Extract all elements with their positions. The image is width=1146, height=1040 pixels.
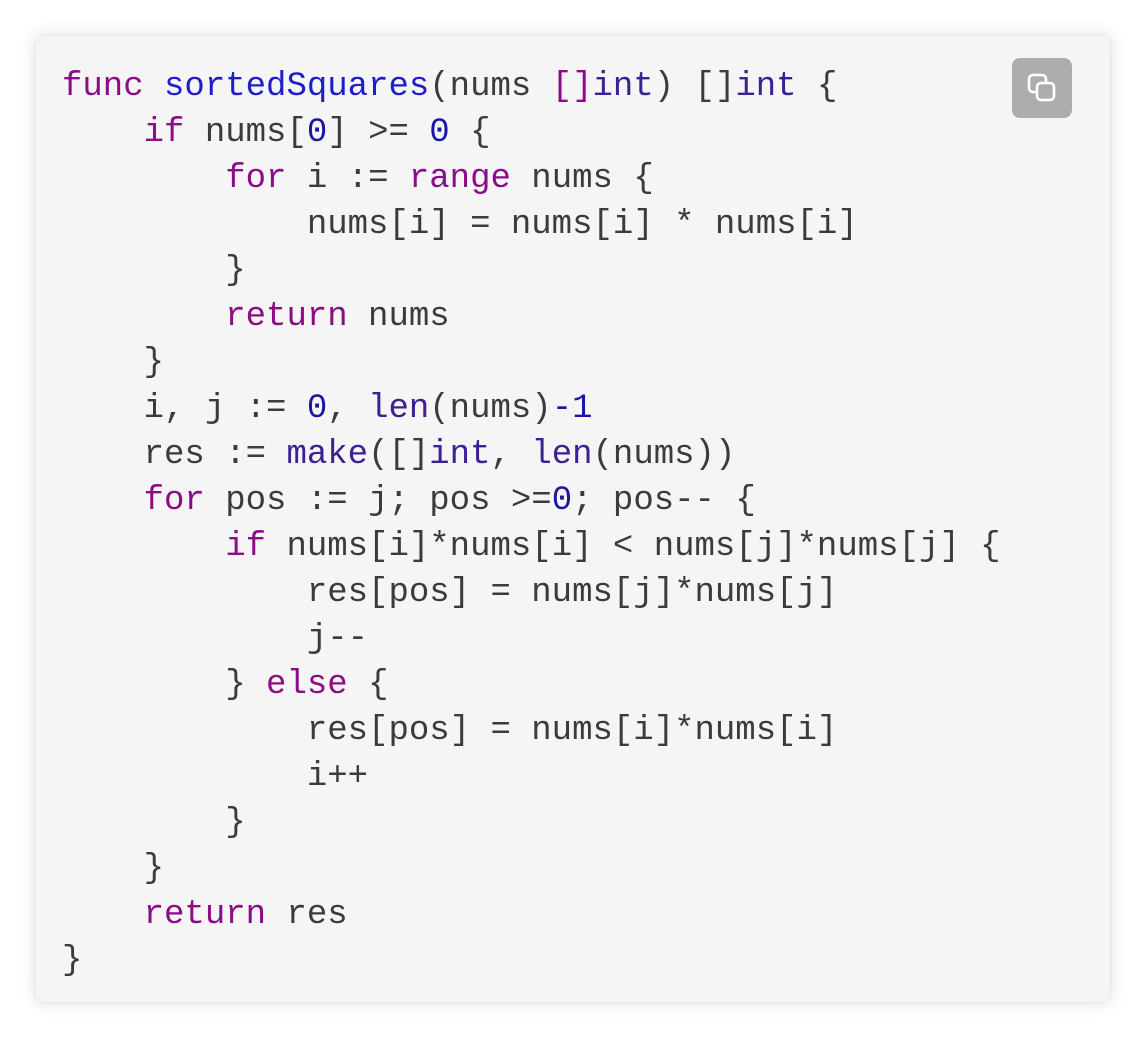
code-token: , [327, 390, 369, 428]
code-token: ([] [368, 436, 430, 474]
code-token: range [408, 160, 511, 198]
code-line: } [62, 248, 1001, 294]
code-token: ; pos-- { [572, 482, 756, 520]
code-token: nums [347, 298, 450, 336]
code-token: j-- [62, 620, 369, 658]
code-token: int [735, 68, 797, 106]
code-line: if nums[0] >= 0 { [62, 110, 1001, 156]
code-token: return [143, 896, 267, 934]
code-token: { [796, 68, 838, 106]
code-token: 0 [551, 482, 573, 520]
code-line: return nums [62, 294, 1001, 340]
code-token: sortedSquares [164, 68, 430, 106]
code-token: i, j := [62, 390, 307, 428]
code-line: res[pos] = nums[j]*nums[j] [62, 570, 1001, 616]
code-token: } [62, 666, 267, 704]
code-line: } [62, 846, 1001, 892]
code-token: } [62, 850, 165, 888]
code-token: len [531, 436, 593, 474]
code-token: nums[i] = nums[i] * nums[i] [62, 206, 858, 244]
code-token: nums[i]*nums[i] < nums[j]*nums[j] { [266, 528, 1001, 566]
code-token: int [592, 68, 654, 106]
code-token: res[pos] = nums[i]*nums[i] [62, 712, 838, 750]
code-token: if [225, 528, 267, 566]
code-line: func sortedSquares(nums []int) []int { [62, 64, 1001, 110]
code-token: , [490, 436, 532, 474]
code-line: i++ [62, 754, 1001, 800]
code-token: (nums [429, 68, 552, 106]
code-token: } [62, 252, 246, 290]
code-line: } else { [62, 662, 1001, 708]
code-line: return res [62, 892, 1001, 938]
code-token: return [225, 298, 348, 336]
code-token: int [429, 436, 491, 474]
code-line: nums[i] = nums[i] * nums[i] [62, 202, 1001, 248]
code-token: else [266, 666, 348, 704]
code-token: ) [] [653, 68, 736, 106]
code-token: i := [286, 160, 409, 198]
code-block: func sortedSquares(nums []int) []int { i… [36, 36, 1110, 1002]
code-line: for pos := j; pos >=0; pos-- { [62, 478, 1001, 524]
code-token: i++ [62, 758, 369, 796]
code-token: } [62, 942, 83, 980]
copy-button[interactable] [1012, 58, 1072, 118]
code-token: (nums) [429, 390, 552, 428]
code-token: { [347, 666, 389, 704]
code-token: res [266, 896, 348, 934]
code-line: } [62, 800, 1001, 846]
code-token: (nums)) [592, 436, 736, 474]
code-token: func [62, 68, 144, 106]
code-line: j-- [62, 616, 1001, 662]
code-line: for i := range nums { [62, 156, 1001, 202]
code-token: 0 [306, 390, 328, 428]
code-line: } [62, 938, 1001, 984]
code-token: } [62, 804, 246, 842]
code-token: make [286, 436, 369, 474]
code-token: { [449, 114, 491, 152]
code-token: -1 [551, 390, 593, 428]
code-content[interactable]: func sortedSquares(nums []int) []int { i… [62, 64, 1001, 984]
code-line: } [62, 340, 1001, 386]
code-token: if [143, 114, 185, 152]
code-token: } [62, 344, 165, 382]
code-token: ] >= [327, 114, 430, 152]
code-token: 0 [429, 114, 450, 152]
code-token: for [143, 482, 205, 520]
code-token: res[pos] = nums[j]*nums[j] [62, 574, 838, 612]
code-line: if nums[i]*nums[i] < nums[j]*nums[j] { [62, 524, 1001, 570]
code-token: len [368, 390, 430, 428]
code-token: for [225, 160, 287, 198]
code-token: nums { [510, 160, 654, 198]
code-token: 0 [306, 114, 328, 152]
copy-icon [1025, 71, 1059, 105]
code-line: res[pos] = nums[i]*nums[i] [62, 708, 1001, 754]
code-token: nums[ [184, 114, 307, 152]
code-token: pos := j; pos >= [204, 482, 552, 520]
code-line: i, j := 0, len(nums)-1 [62, 386, 1001, 432]
code-token: res := [62, 436, 287, 474]
code-line: res := make([]int, len(nums)) [62, 432, 1001, 478]
code-token: [] [551, 68, 593, 106]
